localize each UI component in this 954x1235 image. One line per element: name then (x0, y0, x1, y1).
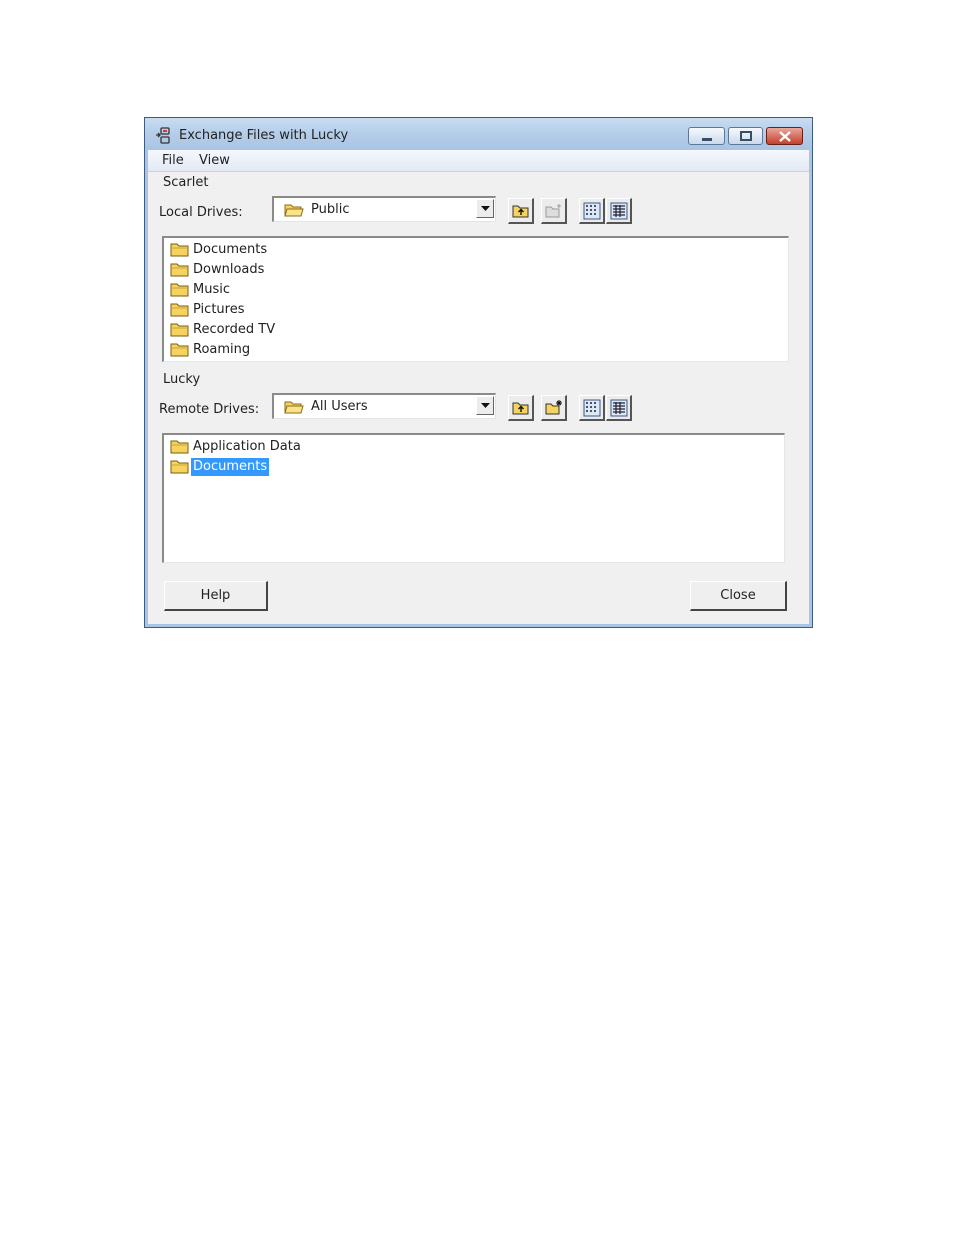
remote-drives-dropdown[interactable]: All Users (272, 393, 496, 419)
folder-open-icon (284, 204, 304, 217)
folder-icon (170, 263, 189, 277)
folder-name: Pictures (193, 302, 245, 317)
local-new-folder-button (541, 198, 567, 224)
exchange-files-app-icon (156, 127, 170, 144)
remote-details-view-button[interactable] (606, 395, 632, 421)
chevron-down-icon (481, 403, 490, 408)
remote-drives-dropdown-arrow[interactable] (476, 396, 494, 415)
folder-name: Application Data (193, 439, 301, 454)
close-icon (779, 131, 791, 142)
folder-name: Downloads (193, 262, 265, 277)
folder-name: Music (193, 282, 230, 297)
remote-drives-label: Remote Drives: (159, 402, 260, 417)
list-view-icon (583, 202, 601, 220)
menu-view[interactable]: View (199, 153, 230, 168)
maximize-icon (740, 131, 752, 141)
local-machine-name: Scarlet (163, 175, 209, 190)
menu-file[interactable]: File (162, 153, 184, 168)
maximize-button[interactable] (728, 127, 763, 145)
local-drives-label: Local Drives: (159, 205, 243, 220)
folder-icon (170, 440, 189, 454)
window-frame-right (809, 150, 812, 627)
folder-icon (170, 243, 189, 257)
remote-folder-list[interactable]: Application Data Documents (162, 433, 785, 563)
window-frame-left (145, 150, 148, 627)
local-list-view-button[interactable] (579, 198, 605, 224)
exchange-files-window: Exchange Files with Lucky File View Scar… (144, 117, 813, 628)
up-folder-icon (512, 402, 529, 415)
new-folder-icon (545, 400, 562, 415)
local-up-folder-button[interactable] (508, 198, 534, 224)
folder-open-icon (284, 401, 304, 414)
window-frame-bottom (145, 624, 812, 627)
folder-name: Documents (191, 458, 270, 476)
folder-icon (170, 323, 189, 337)
up-folder-icon (512, 205, 529, 218)
minimize-button[interactable] (688, 127, 725, 145)
menu-bar: File View (148, 150, 809, 172)
local-drive-value: Public (311, 202, 350, 217)
local-details-view-button[interactable] (606, 198, 632, 224)
remote-new-folder-button[interactable] (541, 395, 567, 421)
folder-icon (170, 283, 189, 297)
folder-name: Recorded TV (193, 322, 276, 337)
folder-icon (170, 303, 189, 317)
local-drives-dropdown[interactable]: Public (272, 196, 496, 222)
folder-icon (170, 460, 189, 474)
minimize-icon (702, 138, 712, 141)
help-button[interactable]: Help (164, 581, 268, 611)
details-view-icon (610, 202, 628, 220)
details-view-icon (610, 399, 628, 417)
local-folder-list[interactable]: Documents Downloads Music Pictures Recor… (162, 236, 789, 362)
folder-name: Documents (193, 242, 268, 257)
close-window-button[interactable] (766, 127, 803, 145)
local-drives-dropdown-arrow[interactable] (476, 199, 494, 218)
folder-icon (170, 343, 189, 357)
remote-drive-value: All Users (311, 399, 368, 414)
window-title: Exchange Files with Lucky (179, 128, 349, 143)
new-folder-icon (545, 204, 561, 218)
title-bar[interactable]: Exchange Files with Lucky (145, 118, 812, 150)
close-button[interactable]: Close (690, 581, 787, 611)
remote-list-view-button[interactable] (579, 395, 605, 421)
remote-machine-name: Lucky (163, 372, 201, 387)
remote-up-folder-button[interactable] (508, 395, 534, 421)
list-view-icon (583, 399, 601, 417)
folder-name: Roaming (193, 342, 251, 357)
chevron-down-icon (481, 206, 490, 211)
